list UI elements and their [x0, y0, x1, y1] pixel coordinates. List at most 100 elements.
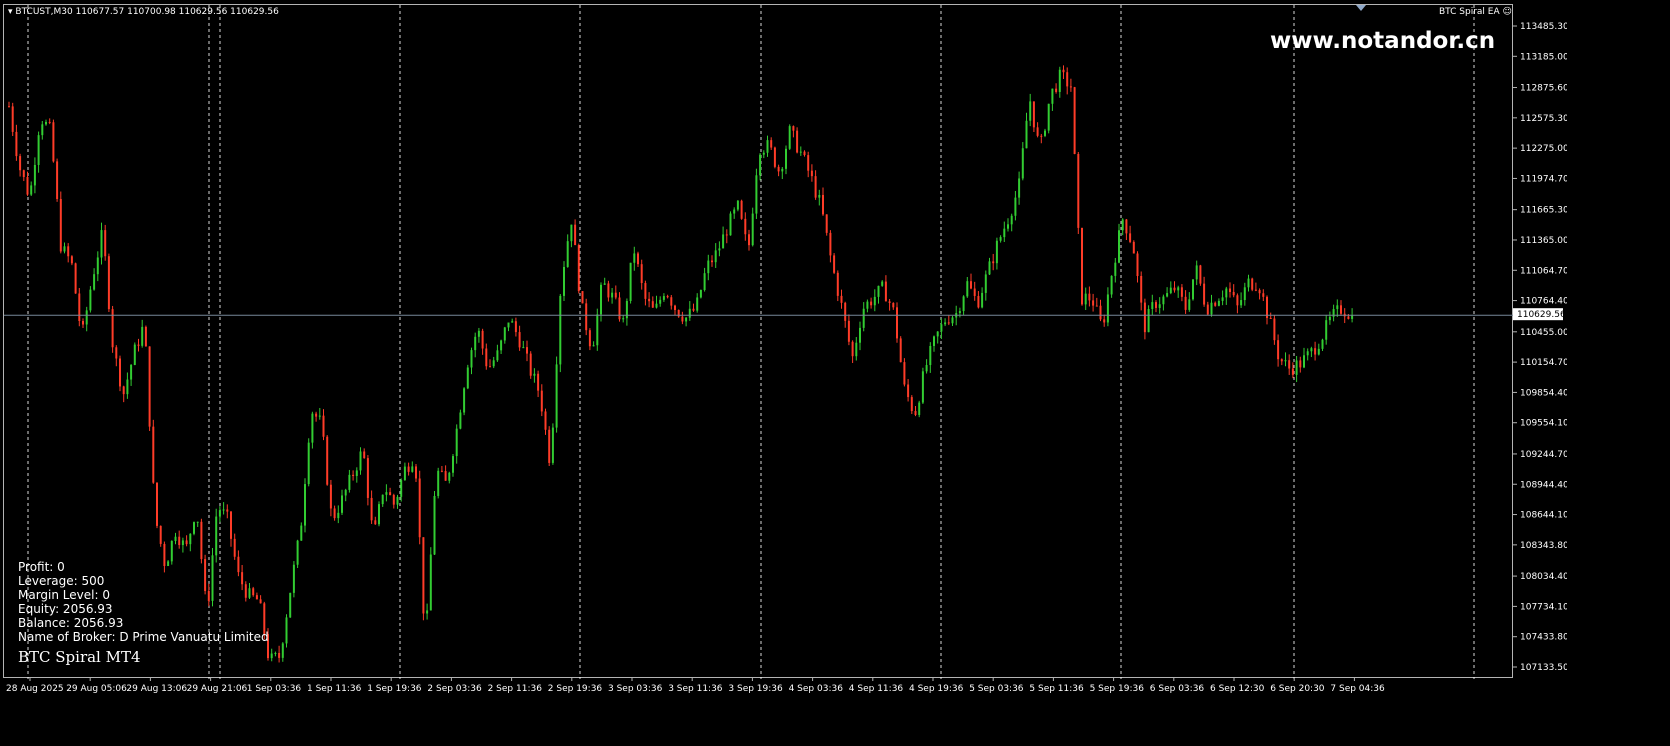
candle-body: [1280, 359, 1283, 362]
candle-body: [100, 230, 103, 258]
candle-body: [363, 451, 366, 459]
time-tick-label: 5 Sep 03:36: [969, 684, 1024, 694]
candle-body: [796, 130, 799, 153]
candle-body: [1262, 293, 1265, 297]
candle-body: [352, 474, 355, 476]
candle-body: [278, 652, 281, 658]
price-tick-label: 109854.40: [1520, 388, 1567, 398]
candle-body: [230, 511, 232, 539]
price-tick-label: 110154.70: [1520, 358, 1567, 368]
candle-body: [170, 540, 173, 562]
candle-body: [1291, 368, 1294, 375]
candle-body: [1044, 130, 1046, 136]
candle-body: [744, 218, 747, 235]
candle-body: [866, 301, 869, 309]
symbol-ohlc-text: BTCUST,M30 110677.57 110700.98 110629.56…: [15, 7, 279, 17]
ea-name-text: BTC Spiral EA: [1439, 7, 1500, 17]
candle-body: [89, 289, 92, 311]
candle-body: [577, 245, 580, 292]
candle-body: [518, 332, 521, 348]
candle-body: [681, 316, 684, 322]
candle-body: [533, 373, 536, 376]
candle-body: [540, 390, 543, 412]
candle-body: [537, 373, 540, 391]
candle-body: [52, 122, 55, 162]
candle-body: [1195, 265, 1198, 280]
time-tick-label: 4 Sep 19:36: [909, 684, 964, 694]
candle-body: [141, 326, 144, 346]
candle-body: [844, 302, 847, 321]
price-tick-label: 107133.50: [1520, 663, 1567, 673]
candle-body: [115, 347, 118, 359]
candle-body: [329, 484, 332, 509]
candle-body: [1032, 101, 1035, 128]
time-tick-label: 6 Sep 20:30: [1270, 684, 1325, 694]
candle-body: [1129, 233, 1132, 242]
candle-body: [285, 617, 288, 644]
candle-body: [337, 512, 340, 519]
candle-body: [977, 295, 980, 308]
candle-body: [492, 360, 495, 367]
price-tick-label: 112275.00: [1520, 144, 1567, 154]
candle-body: [522, 347, 525, 349]
candle-body: [477, 330, 480, 337]
candle-body: [674, 305, 676, 310]
candle-body: [711, 260, 713, 263]
candle-body: [389, 492, 392, 496]
candle-body: [766, 140, 769, 153]
candle-body: [426, 610, 429, 614]
candle-body: [433, 495, 436, 555]
candle-body: [944, 322, 947, 325]
price-tick-label: 111974.70: [1520, 174, 1567, 184]
candle-body: [1140, 276, 1143, 303]
dropdown-triangle-icon[interactable]: ▾: [8, 7, 13, 17]
candle-body: [1240, 300, 1243, 306]
candle-body: [30, 185, 33, 195]
equity-text: Equity: 2056.93: [18, 602, 113, 616]
candle-body: [1051, 88, 1054, 104]
candle-body: [11, 106, 14, 132]
candle-body: [22, 170, 25, 178]
time-tick-label: 3 Sep 03:36: [608, 684, 663, 694]
candle-body: [233, 538, 236, 557]
candle-body: [699, 290, 702, 298]
candle-body: [1303, 355, 1305, 368]
candle-body: [1088, 293, 1091, 301]
candle-body: [799, 151, 802, 153]
candle-body: [910, 397, 913, 412]
time-axis[interactable]: 28 Aug 2025 29 Aug 05:06 29 Aug 13:06 29 Au…: [3, 678, 1513, 696]
candle-body: [814, 176, 817, 198]
price-tick-label: 112575.30: [1520, 114, 1567, 124]
profit-text: Profit: 0: [18, 560, 65, 574]
candle-body: [370, 497, 373, 521]
candle-body: [822, 194, 824, 215]
candle-body: [818, 194, 821, 198]
candle-body: [341, 495, 343, 513]
candle-body: [999, 237, 1002, 241]
candle-body: [962, 296, 965, 312]
candle-body: [1058, 69, 1061, 92]
price-tick-label: 111365.00: [1520, 236, 1567, 246]
candle-body: [759, 154, 762, 176]
candle-body: [1177, 287, 1180, 291]
candle-body: [651, 301, 654, 308]
price-axis[interactable]: 113485.30 113185.00 112875.60 112575.30 1122…: [1513, 4, 1569, 678]
smiley-face-icon[interactable]: ☺: [1503, 7, 1512, 17]
expert-advisor-label[interactable]: BTC Spiral EA ☺: [1439, 7, 1512, 17]
candle-body: [222, 509, 225, 511]
candle-body: [870, 301, 873, 306]
candle-body: [1081, 227, 1083, 305]
candle-body: [914, 411, 917, 415]
candle-body: [847, 320, 850, 342]
candle-body: [359, 451, 362, 471]
candle-body: [825, 214, 828, 233]
candle-body: [422, 537, 425, 614]
candle-body: [1328, 316, 1331, 321]
candle-body: [1066, 72, 1069, 87]
candle-body: [1158, 304, 1161, 308]
candle-body: [1092, 300, 1095, 306]
time-tick-label: 7 Sep 04:36: [1330, 684, 1385, 694]
candle-body: [496, 350, 499, 361]
candle-body: [70, 256, 73, 264]
candle-body: [481, 330, 484, 349]
